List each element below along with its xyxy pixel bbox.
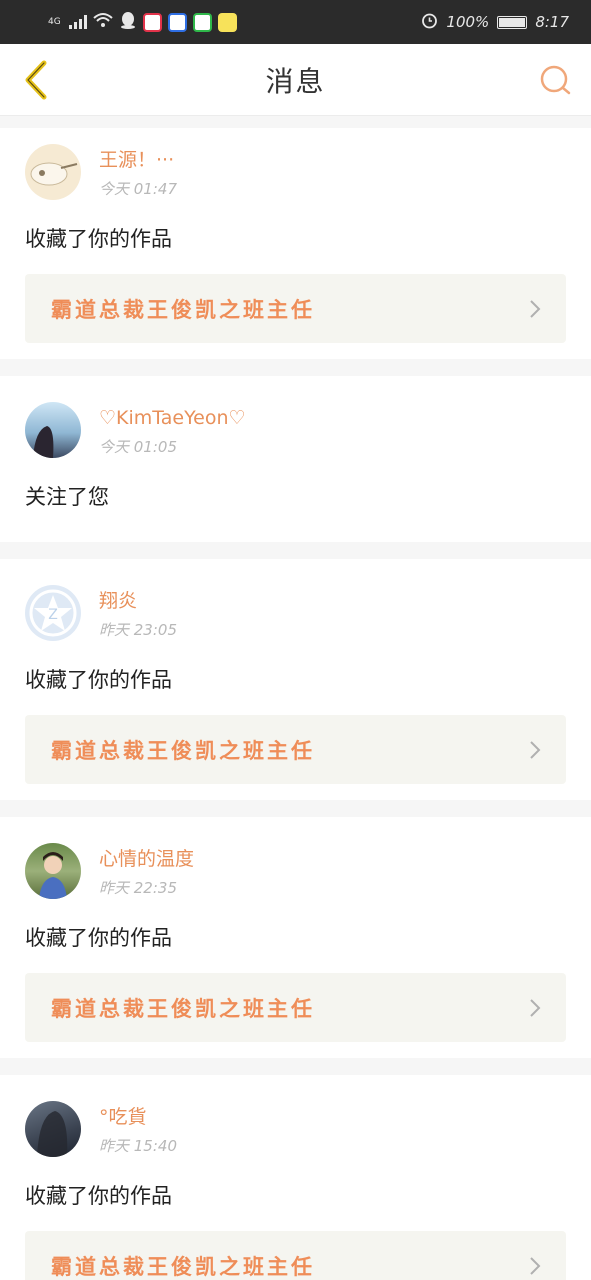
message-action: 关注了您	[25, 485, 109, 509]
work-title: 霸道总裁王俊凯之班主任	[51, 996, 315, 1021]
user-name[interactable]: ♡KimTaeYeon♡	[99, 404, 246, 432]
avatar[interactable]	[25, 843, 81, 899]
message-card[interactable]: 王源！··· 今天 01:47 收藏了你的作品 霸道总裁王俊凯之班主任	[0, 128, 591, 359]
message-header: 心情的温度 昨天 22:35	[25, 843, 566, 899]
battery-percent: 100%	[446, 13, 490, 31]
alarm-icon	[421, 12, 438, 33]
chevron-left-icon	[25, 60, 47, 99]
message-card[interactable]: 心情的温度 昨天 22:35 收藏了你的作品 霸道总裁王俊凯之班主任	[0, 817, 591, 1058]
user-name[interactable]: 翔炎	[99, 587, 177, 615]
message-header: ♡KimTaeYeon♡ 今天 01:05	[25, 402, 566, 458]
status-right: 100% 8:17	[421, 12, 569, 33]
message-card[interactable]: ♡KimTaeYeon♡ 今天 01:05 关注了您	[0, 376, 591, 542]
app-icon-iqiyi	[192, 12, 212, 32]
message-header: °吃貨 昨天 15:40	[25, 1101, 566, 1157]
message-header: Z 翔炎 昨天 23:05	[25, 585, 566, 641]
signal-icon	[68, 15, 87, 29]
user-name[interactable]: 王源！···	[99, 146, 177, 174]
qq-icon	[119, 11, 137, 33]
work-title: 霸道总裁王俊凯之班主任	[51, 1254, 315, 1279]
chevron-right-icon	[530, 740, 541, 759]
search-button[interactable]	[535, 60, 575, 100]
message-time: 今天 01:47	[99, 179, 177, 198]
message-action: 收藏了你的作品	[25, 926, 172, 950]
message-time: 昨天 15:40	[99, 1136, 177, 1155]
message-action: 收藏了你的作品	[25, 668, 172, 692]
network-type: 4G	[48, 17, 61, 27]
work-link[interactable]: 霸道总裁王俊凯之班主任	[25, 715, 566, 784]
clock: 8:17	[535, 13, 569, 31]
back-button[interactable]	[16, 60, 56, 100]
work-title: 霸道总裁王俊凯之班主任	[51, 297, 315, 322]
message-time: 昨天 22:35	[99, 878, 177, 897]
nav-bar: 消息	[0, 44, 591, 116]
status-bar: 4G 100% 8:17	[0, 0, 591, 44]
message-meta: 心情的温度 昨天 22:35	[99, 845, 194, 898]
message-card[interactable]: °吃貨 昨天 15:40 收藏了你的作品 霸道总裁王俊凯之班主任	[0, 1075, 591, 1280]
message-action: 收藏了你的作品	[25, 227, 172, 251]
app-icon-smile	[217, 12, 237, 32]
chevron-right-icon	[530, 299, 541, 318]
message-meta: 王源！··· 今天 01:47	[99, 146, 177, 199]
wifi-icon	[93, 12, 113, 32]
user-name[interactable]: 心情的温度	[99, 845, 194, 873]
avatar[interactable]	[25, 402, 81, 458]
battery-icon	[497, 15, 528, 29]
work-link[interactable]: 霸道总裁王俊凯之班主任	[25, 973, 566, 1042]
message-meta: 翔炎 昨天 23:05	[99, 587, 177, 640]
chevron-right-icon	[530, 1256, 541, 1275]
avatar[interactable]: Z	[25, 585, 81, 641]
svg-text:Z: Z	[48, 607, 58, 623]
work-title: 霸道总裁王俊凯之班主任	[51, 738, 315, 763]
app-icon-tencent-video	[142, 12, 162, 32]
message-card[interactable]: Z 翔炎 昨天 23:05 收藏了你的作品 霸道总裁王俊凯之班主任	[0, 559, 591, 800]
app-icon-baidu	[167, 12, 187, 32]
message-meta: °吃貨 昨天 15:40	[99, 1103, 177, 1156]
search-icon	[540, 65, 571, 94]
user-name[interactable]: °吃貨	[99, 1103, 177, 1131]
chevron-right-icon	[530, 998, 541, 1017]
top-spacer	[0, 116, 591, 128]
work-link[interactable]: 霸道总裁王俊凯之班主任	[25, 1231, 566, 1280]
message-time: 昨天 23:05	[99, 620, 177, 639]
avatar[interactable]	[25, 1101, 81, 1157]
page-title: 消息	[265, 64, 326, 98]
message-time: 今天 01:05	[99, 437, 177, 456]
message-header: 王源！··· 今天 01:47	[25, 144, 566, 200]
avatar[interactable]	[25, 144, 81, 200]
status-left: 4G	[48, 11, 237, 33]
message-meta: ♡KimTaeYeon♡ 今天 01:05	[99, 404, 246, 457]
message-action: 收藏了你的作品	[25, 1184, 172, 1208]
work-link[interactable]: 霸道总裁王俊凯之班主任	[25, 274, 566, 343]
